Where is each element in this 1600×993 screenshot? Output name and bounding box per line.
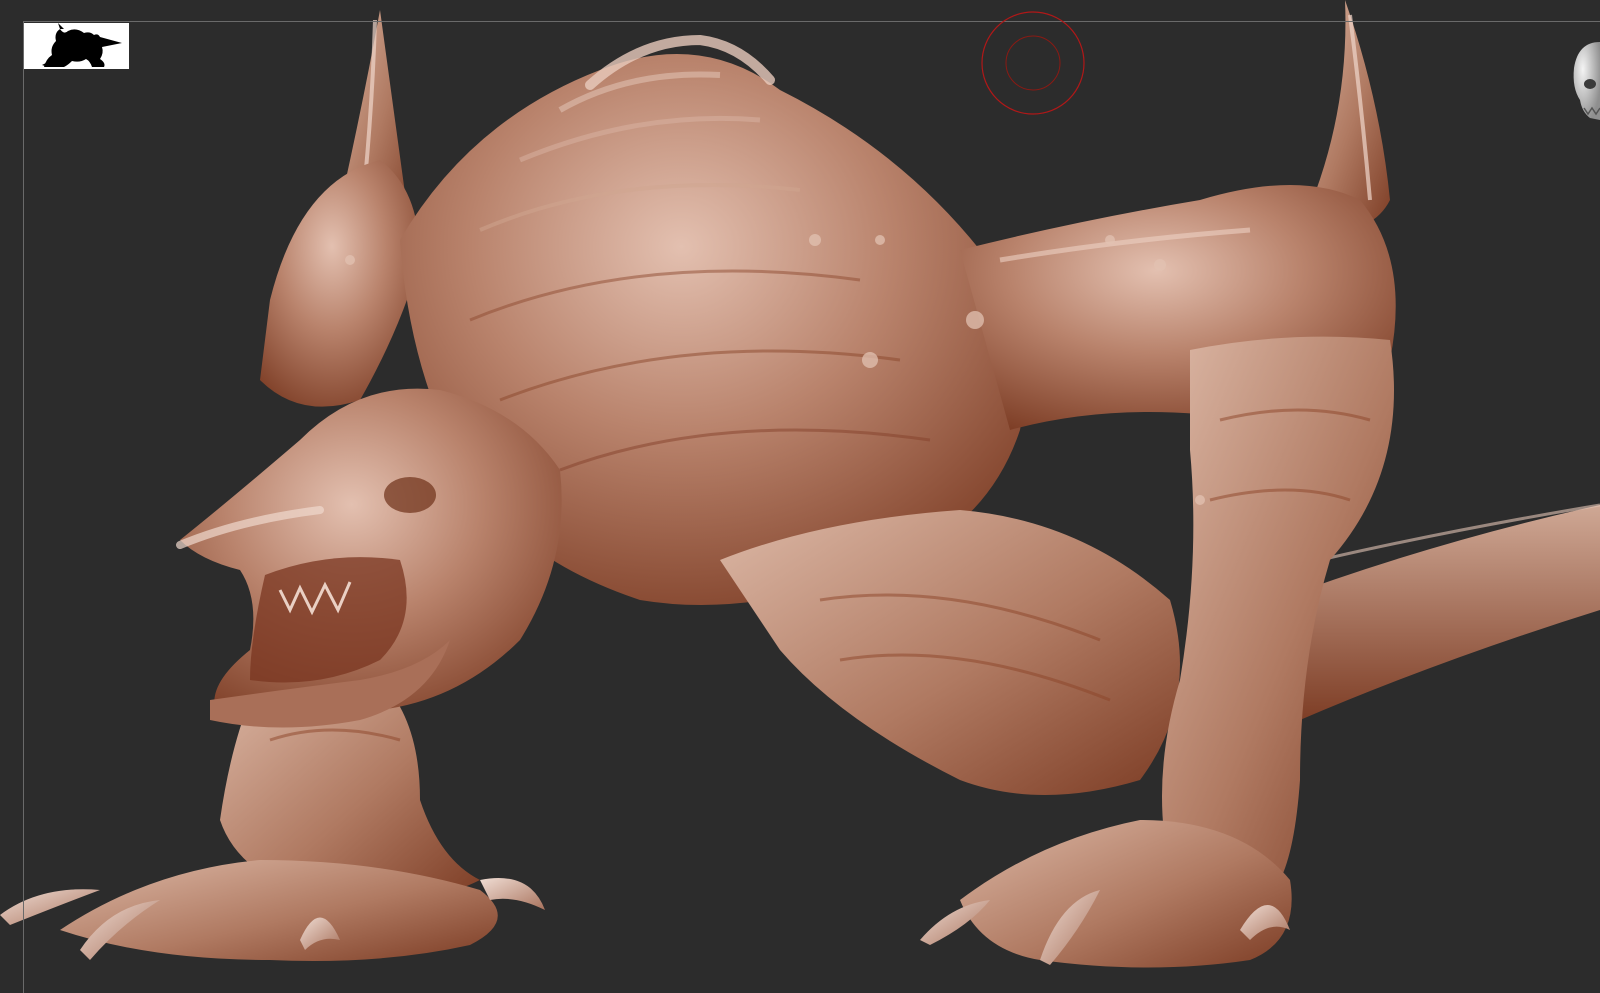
brush-focal-circle-icon [1005, 35, 1061, 91]
canvas-border-left [23, 21, 24, 993]
skull-orientation-icon[interactable] [1570, 38, 1600, 124]
canvas-border-top [23, 21, 1600, 22]
silhouette-thumbnail[interactable] [24, 23, 129, 69]
head [176, 388, 562, 728]
left-wing [260, 160, 420, 407]
creature-silhouette-icon [42, 23, 122, 67]
brush-cursor [981, 11, 1085, 115]
3d-viewport[interactable] [0, 0, 1600, 993]
torso [720, 510, 1180, 795]
right-foot [920, 820, 1292, 968]
sculpted-mesh[interactable] [0, 0, 1600, 993]
brush-radius-circle-icon [981, 11, 1085, 115]
